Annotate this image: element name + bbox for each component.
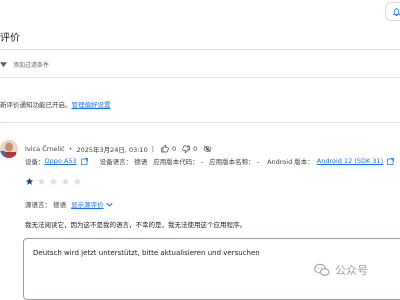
reply-text: Deutsch wird jetzt unterstützt, bitte ak… [33, 249, 260, 257]
notice-text: 新评价通知功能已开启。 [0, 101, 72, 109]
manage-preferences-link[interactable]: 管理偏好设置 [72, 101, 111, 109]
hide-icon[interactable] [203, 145, 212, 153]
chevron-down-icon[interactable] [105, 202, 113, 207]
device-info-row: 设备： Oppo A53 设备语言： 德语 应用版本代码： - 应用版本名称： … [25, 156, 395, 166]
watermark: 公众号 [314, 262, 368, 278]
source-language: 源语言： 德语 [25, 201, 67, 209]
avatar [0, 140, 18, 158]
thumbs-up-count: 0 [171, 145, 177, 153]
page-title: 评价 [0, 33, 20, 44]
open-in-new-icon[interactable] [80, 157, 88, 165]
show-source-link[interactable]: 显示源评价 [71, 199, 104, 209]
filter-bar[interactable]: 添加过滤条件 [0, 60, 400, 69]
divider [0, 77, 400, 78]
android-version-label: Android 版本： [267, 158, 314, 166]
star-icon [37, 177, 46, 186]
separator-dot: | [151, 145, 154, 153]
add-filter-label: 添加过滤条件 [13, 62, 50, 69]
thumbs-down-icon[interactable] [182, 145, 190, 153]
separator-dot: • [68, 145, 73, 153]
watermark-text: 公众号 [335, 264, 368, 277]
android-version-link[interactable]: Android 12 (SDK 31) [317, 157, 383, 165]
star-icon [49, 177, 58, 186]
notification-notice: 新评价通知功能已开启。管理偏好设置 [0, 99, 111, 109]
review-date: 2025年3月24日, 03:10 [76, 146, 148, 154]
app-version-name: 应用版本名称： - [209, 158, 260, 166]
open-in-new-icon[interactable] [387, 157, 395, 165]
device-label: 设备： [25, 158, 45, 166]
top-bar [0, 0, 400, 22]
divider [0, 49, 400, 50]
wechat-icon [314, 263, 330, 277]
star-icon [73, 177, 82, 186]
app-version-code: 应用版本代码： - [153, 158, 204, 166]
device-language: 设备语言： 德语 [99, 158, 148, 166]
star-icon [25, 177, 34, 186]
notifications-button[interactable] [385, 2, 400, 21]
bell-icon [392, 7, 400, 17]
thumbs-up-icon[interactable] [161, 145, 169, 153]
source-language-row: 源语言： 德语 显示源评价 [25, 199, 113, 209]
device-link[interactable]: Oppo A53 [45, 157, 77, 165]
review-author: Ivica Črnelić [25, 145, 65, 153]
thumbs-down-count: 0 [193, 145, 198, 153]
star-icon [61, 177, 70, 186]
star-rating [25, 177, 82, 186]
divider [0, 122, 400, 123]
review-text: 我无法阅读它，因为这不是我的语言，不幸的是，我无法使用这个应用程序。 [25, 221, 246, 229]
filter-icon [0, 61, 7, 68]
